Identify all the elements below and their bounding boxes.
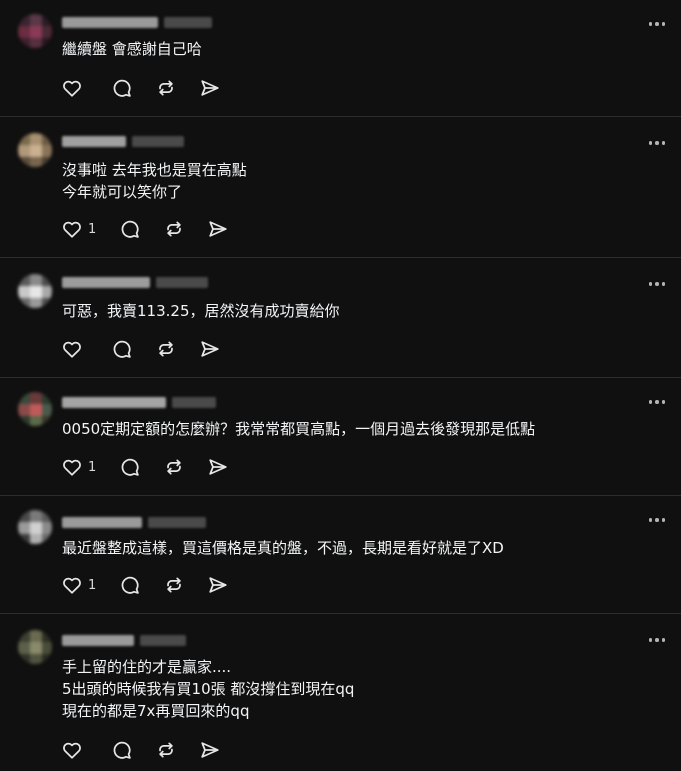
- reply-button[interactable]: [108, 335, 136, 363]
- comment-icon: [116, 571, 144, 599]
- like-count: 1: [88, 459, 97, 475]
- share-button[interactable]: [196, 74, 224, 102]
- share-button[interactable]: [196, 736, 224, 764]
- send-icon: [196, 335, 224, 363]
- reply-post: 最近盤整成這樣，買這價格是真的盤，不過，長期是看好就是了XD 1: [0, 496, 681, 614]
- action-bar: [58, 736, 240, 764]
- repost-icon: [152, 74, 180, 102]
- share-button[interactable]: [204, 215, 232, 243]
- send-icon: [204, 215, 232, 243]
- more-icon[interactable]: [647, 512, 667, 528]
- repost-icon: [152, 335, 180, 363]
- reply-button[interactable]: [108, 736, 136, 764]
- reply-text: 手上留的住的才是贏家.... 5出頭的時候我有買10張 都沒撐住到現在qq 現在…: [62, 658, 355, 720]
- avatar[interactable]: [18, 274, 52, 308]
- repost-icon: [160, 215, 188, 243]
- like-button[interactable]: 1: [58, 215, 100, 243]
- more-icon[interactable]: [647, 394, 667, 410]
- repost-button[interactable]: [152, 335, 180, 363]
- heart-icon: [58, 335, 86, 363]
- avatar[interactable]: [18, 392, 52, 426]
- send-icon: [204, 453, 232, 481]
- username-redacted: [62, 16, 212, 28]
- comment-icon: [108, 736, 136, 764]
- avatar[interactable]: [18, 14, 52, 48]
- reply-text: 可惡，我賣113.25，居然沒有成功賣給你: [62, 302, 340, 320]
- reply-post: 0050定期定額的怎麼辦？我常常都買高點，一個月過去後發現那是低點 1: [0, 378, 681, 496]
- avatar[interactable]: [18, 133, 52, 167]
- repost-button[interactable]: [160, 571, 188, 599]
- more-icon[interactable]: [647, 135, 667, 151]
- heart-icon: [58, 736, 86, 764]
- action-bar: [58, 74, 240, 102]
- heart-icon: [58, 571, 86, 599]
- send-icon: [196, 74, 224, 102]
- like-button[interactable]: [58, 736, 92, 764]
- repost-button[interactable]: [152, 74, 180, 102]
- avatar[interactable]: [18, 510, 52, 544]
- repost-icon: [160, 453, 188, 481]
- username-redacted: [62, 396, 216, 408]
- reply-button[interactable]: [116, 215, 144, 243]
- more-icon[interactable]: [647, 16, 667, 32]
- action-bar: 1: [58, 215, 248, 243]
- reply-text: 繼續盤 會感謝自己哈: [62, 40, 202, 58]
- reply-button[interactable]: [108, 74, 136, 102]
- action-bar: 1: [58, 571, 248, 599]
- avatar[interactable]: [18, 630, 52, 664]
- like-count: 1: [88, 221, 97, 237]
- reply-post: 可惡，我賣113.25，居然沒有成功賣給你: [0, 258, 681, 378]
- action-bar: [58, 335, 240, 363]
- reply-post: 繼續盤 會感謝自己哈: [0, 0, 681, 117]
- more-icon[interactable]: [647, 276, 667, 292]
- comment-icon: [108, 335, 136, 363]
- comment-icon: [108, 74, 136, 102]
- username-redacted: [62, 634, 186, 646]
- repost-button[interactable]: [152, 736, 180, 764]
- reply-post: 沒事啦 去年我也是買在高點 今年就可以笑你了 1: [0, 117, 681, 258]
- comment-icon: [116, 215, 144, 243]
- username-redacted: [62, 135, 184, 147]
- share-button[interactable]: [196, 335, 224, 363]
- action-bar: 1: [58, 453, 248, 481]
- username-redacted: [62, 516, 206, 528]
- repost-button[interactable]: [160, 453, 188, 481]
- repost-icon: [160, 571, 188, 599]
- like-button[interactable]: [58, 335, 92, 363]
- repost-icon: [152, 736, 180, 764]
- replies-feed: 繼續盤 會感謝自己哈 沒事啦 去年我也是買在高點 今年就可以笑你了 1 可惡，我…: [0, 0, 681, 771]
- heart-icon: [58, 74, 86, 102]
- username-redacted: [62, 276, 208, 288]
- reply-text: 0050定期定額的怎麼辦？我常常都買高點，一個月過去後發現那是低點: [62, 420, 536, 438]
- like-count: 1: [88, 577, 97, 593]
- more-icon[interactable]: [647, 632, 667, 648]
- send-icon: [196, 736, 224, 764]
- reply-button[interactable]: [116, 453, 144, 481]
- heart-icon: [58, 453, 86, 481]
- reply-text: 最近盤整成這樣，買這價格是真的盤，不過，長期是看好就是了XD: [62, 539, 504, 557]
- heart-icon: [58, 215, 86, 243]
- share-button[interactable]: [204, 571, 232, 599]
- reply-button[interactable]: [116, 571, 144, 599]
- like-button[interactable]: 1: [58, 571, 100, 599]
- send-icon: [204, 571, 232, 599]
- like-button[interactable]: [58, 74, 92, 102]
- reply-post: 手上留的住的才是贏家.... 5出頭的時候我有買10張 都沒撐住到現在qq 現在…: [0, 614, 681, 771]
- reply-text: 沒事啦 去年我也是買在高點 今年就可以笑你了: [62, 161, 247, 201]
- comment-icon: [116, 453, 144, 481]
- share-button[interactable]: [204, 453, 232, 481]
- like-button[interactable]: 1: [58, 453, 100, 481]
- repost-button[interactable]: [160, 215, 188, 243]
